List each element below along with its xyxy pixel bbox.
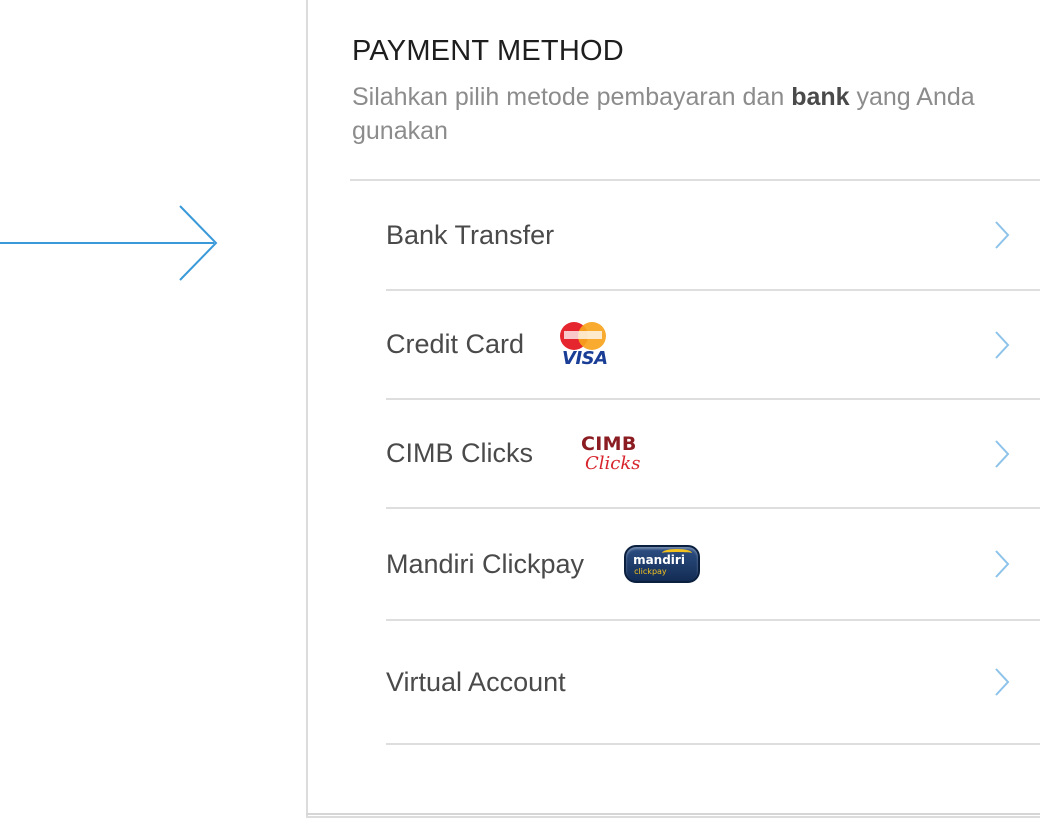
cimb-clicks-logo-icon: CIMB Clicks xyxy=(581,432,641,474)
payment-option-label: CIMB Clicks xyxy=(386,438,533,468)
mastercard-visa-logo-icon: VISA xyxy=(558,320,614,370)
pointer-arrow-icon xyxy=(0,205,218,281)
payment-option-label: Credit Card xyxy=(386,329,525,359)
payment-option-virtual-account[interactable]: Virtual Account xyxy=(386,621,1040,745)
page-title: PAYMENT METHOD xyxy=(352,35,624,67)
chevron-right-icon xyxy=(995,221,1010,249)
mandiri-clickpay-logo-icon: mandiri clickpay xyxy=(624,545,701,583)
chevron-right-icon xyxy=(995,550,1010,578)
panel-header: PAYMENT METHOD Silahkan pilih metode pem… xyxy=(352,32,1012,148)
panel-bottom-border xyxy=(306,813,1040,815)
payment-option-mandiri-clickpay[interactable]: Mandiri Clickpay mandiri clickpay xyxy=(386,509,1040,621)
payment-option-label: Bank Transfer xyxy=(386,219,555,250)
payment-method-panel: PAYMENT METHOD Silahkan pilih metode pem… xyxy=(306,0,1040,818)
cimb-logo-text: CIMB xyxy=(581,432,637,455)
subtitle-text: Silahkan pilih metode pembayaran dan xyxy=(352,83,785,111)
chevron-right-icon xyxy=(995,668,1010,696)
chevron-right-icon xyxy=(995,330,1010,359)
payment-method-list: Bank Transfer Credit Card VISA CIMB Clic… xyxy=(386,181,1040,745)
payment-option-bank-transfer[interactable]: Bank Transfer xyxy=(386,181,1040,291)
subtitle-bold-text: bank xyxy=(791,83,850,111)
clicks-logo-text: Clicks xyxy=(585,452,641,474)
payment-option-credit-card[interactable]: Credit Card VISA xyxy=(386,291,1040,400)
payment-option-label: Virtual Account xyxy=(386,666,566,697)
payment-option-label: Mandiri Clickpay xyxy=(386,548,585,579)
chevron-right-icon xyxy=(995,439,1010,468)
payment-option-cimb-clicks[interactable]: CIMB Clicks CIMB Clicks xyxy=(386,400,1040,509)
page-subtitle: Silahkan pilih metode pembayaran dan ban… xyxy=(352,80,1012,148)
